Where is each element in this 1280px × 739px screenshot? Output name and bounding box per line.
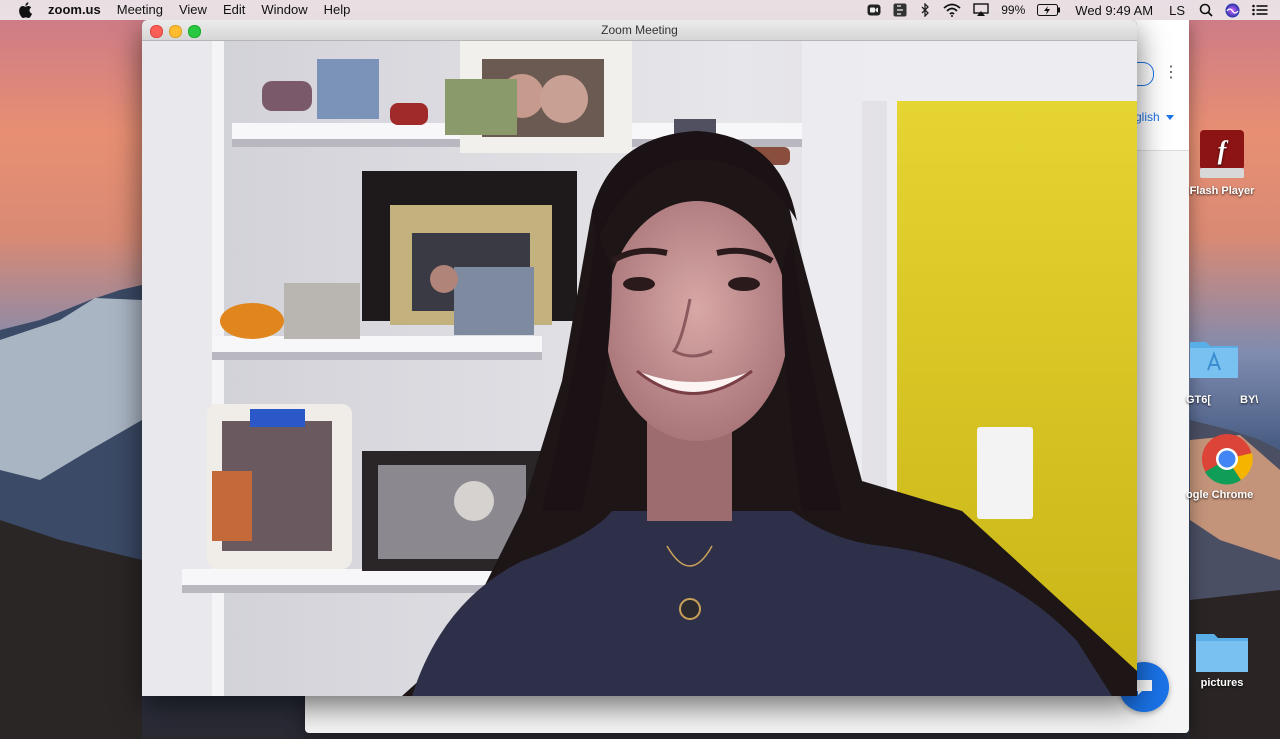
wifi-icon[interactable] <box>943 3 961 17</box>
menu-view[interactable]: View <box>171 0 215 20</box>
zoom-meeting-window[interactable]: Zoom Meeting <box>142 20 1137 696</box>
battery-percent: 99% <box>1001 3 1026 17</box>
menu-bar: zoom.us Meeting View Edit Window Help 99… <box>0 0 1280 20</box>
screen-share-icon[interactable] <box>893 3 907 17</box>
menu-edit[interactable]: Edit <box>215 0 253 20</box>
desktop-icon-pictures[interactable]: pictures <box>1194 628 1250 689</box>
folder-icon <box>1190 342 1238 378</box>
video-feed[interactable] <box>142 41 1137 696</box>
app-menu-zoom[interactable]: zoom.us <box>46 0 109 20</box>
folder-icon <box>1196 634 1248 672</box>
desktop-icon-folder-apps[interactable] <box>1188 336 1240 383</box>
zoom-status-icon[interactable] <box>867 4 881 16</box>
chrome-icon <box>1202 434 1253 485</box>
notification-center-icon[interactable] <box>1252 4 1268 16</box>
close-window-button[interactable] <box>150 25 163 38</box>
chat-bubble-icon <box>1136 680 1152 695</box>
minimize-window-button[interactable] <box>169 25 182 38</box>
user-initials[interactable]: LS <box>1169 3 1185 18</box>
menu-meeting[interactable]: Meeting <box>109 0 171 20</box>
webcam-video-image <box>142 41 1137 696</box>
browser-menu-button[interactable]: ⋮ <box>1163 62 1179 84</box>
bluetooth-icon[interactable] <box>919 3 931 17</box>
flash-player-icon: f <box>1200 130 1244 178</box>
chevron-down-icon <box>1165 115 1174 121</box>
desktop-icon-label: ogle Chrome <box>1186 489 1254 501</box>
desktop-icon-flash-player[interactable]: f Flash Player <box>1188 128 1256 197</box>
window-title: Zoom Meeting <box>601 23 678 37</box>
desktop-icon-label-by[interactable]: BY\ <box>1240 394 1258 406</box>
clock[interactable]: Wed 9:49 AM <box>1075 3 1153 18</box>
siri-icon[interactable] <box>1225 3 1240 18</box>
desktop-icon-label: pictures <box>1200 677 1244 689</box>
language-label: glish <box>1135 110 1160 124</box>
battery-icon[interactable] <box>1037 4 1061 16</box>
desktop-icon-label-gt6[interactable]: GT6[ <box>1186 394 1211 406</box>
search-icon[interactable] <box>1199 3 1213 17</box>
maximize-window-button[interactable] <box>188 25 201 38</box>
desktop-icon-chrome[interactable]: ogle Chrome <box>1186 432 1268 501</box>
apple-icon[interactable] <box>18 2 32 18</box>
airplay-icon[interactable] <box>973 3 989 17</box>
desktop-icon-label: Flash Player <box>1189 185 1255 197</box>
window-titlebar[interactable]: Zoom Meeting <box>142 20 1137 41</box>
language-selector[interactable]: glish <box>1135 110 1174 124</box>
menu-window[interactable]: Window <box>253 0 315 20</box>
menu-help[interactable]: Help <box>316 0 359 20</box>
